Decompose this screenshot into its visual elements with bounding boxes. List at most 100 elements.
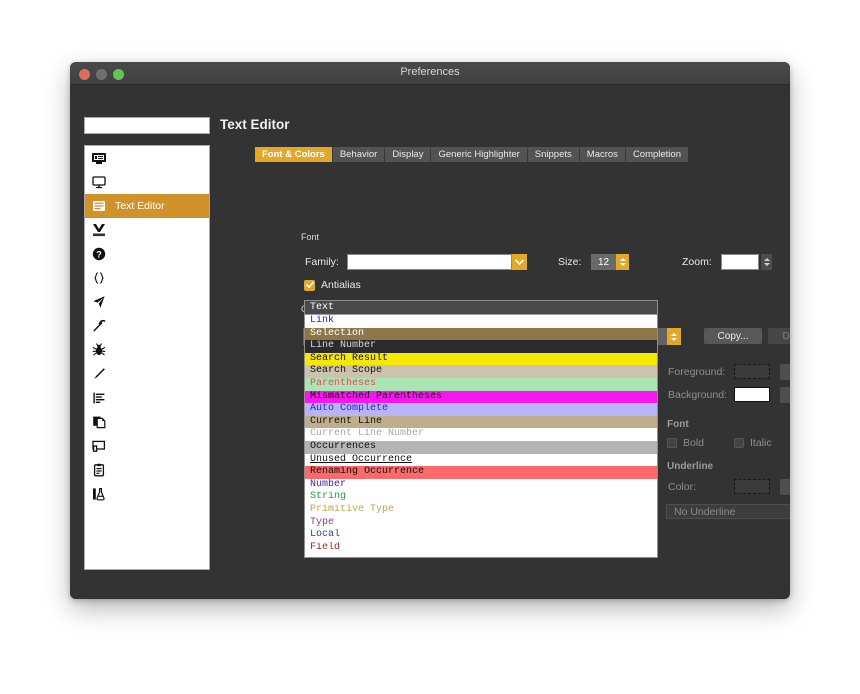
sidebar-item-fakevim[interactable] <box>85 218 209 242</box>
antialias-checkbox-row[interactable]: Antialias <box>304 279 361 291</box>
hammer-icon <box>91 318 107 334</box>
zoom-stepper[interactable] <box>761 254 772 270</box>
color-list-rows[interactable]: Link Selection Line Number Search Result Sea… <box>305 315 657 555</box>
color-style-row[interactable]: Occurrences <box>305 440 657 454</box>
underline-section-heading: Underline <box>667 461 714 472</box>
bold-checkbox[interactable] <box>667 438 677 448</box>
sidebar-item-analyzer[interactable] <box>85 386 209 410</box>
color-style-row[interactable]: Mismatched Parentheses <box>305 390 657 404</box>
sidebar-item-pencil[interactable] <box>85 362 209 386</box>
underline-revert-icon[interactable]: ❮ <box>780 479 790 495</box>
sidebar-item-label: Text Editor <box>115 200 165 212</box>
tab-behavior[interactable]: Behavior <box>332 147 386 162</box>
clipboard-icon <box>91 462 107 478</box>
color-style-row[interactable]: Renaming Occurrence <box>305 466 657 479</box>
sidebar-search-input[interactable] <box>84 117 210 134</box>
antialias-label: Antialias <box>321 279 361 291</box>
testing-icon <box>91 486 107 502</box>
italic-label: Italic <box>750 437 772 449</box>
sidebar-item-braces[interactable] <box>85 266 209 290</box>
antialias-checkbox[interactable] <box>304 279 315 291</box>
color-style-row[interactable]: Number <box>305 478 657 492</box>
font-size-input[interactable]: 12 <box>591 254 616 270</box>
background-label: Background: <box>668 389 727 401</box>
tab-generic-highlighter[interactable]: Generic Highlighter <box>431 147 528 162</box>
tab-completion[interactable]: Completion <box>625 147 688 162</box>
svg-text:?: ? <box>96 249 102 259</box>
color-style-row[interactable]: String <box>305 491 657 504</box>
window-title: Preferences <box>400 66 460 78</box>
color-style-row[interactable]: Current Line <box>305 415 657 429</box>
font-family-label: Family: <box>305 256 339 268</box>
foreground-label: Foreground: <box>668 366 726 378</box>
color-style-row[interactable]: Field <box>305 541 657 555</box>
color-style-row[interactable]: Search Scope <box>305 365 657 378</box>
copy-scheme-button[interactable]: Copy... <box>704 328 762 344</box>
help-icon: ? <box>91 246 107 262</box>
color-list-header: Text <box>305 301 657 315</box>
color-style-row[interactable]: Selection <box>305 327 657 341</box>
braces-icon <box>91 270 107 286</box>
underline-color-label: Color: <box>668 481 697 493</box>
sidebar-item-send[interactable] <box>85 290 209 314</box>
font-family-dropdown-icon[interactable] <box>512 254 527 270</box>
italic-checkbox[interactable] <box>734 438 744 448</box>
page-title: Text Editor <box>220 117 290 132</box>
color-style-row[interactable]: Auto Complete <box>305 403 657 416</box>
color-style-row[interactable]: Search Result <box>305 352 657 366</box>
sidebar-category-list[interactable]: Text Editor? <box>84 145 210 570</box>
font-group-label: Font <box>301 232 320 242</box>
device-icon <box>91 438 107 454</box>
foreground-revert-icon[interactable]: ❮ <box>780 364 790 380</box>
sidebar-item-bug[interactable] <box>85 338 209 362</box>
background-revert-icon[interactable]: ❮ <box>780 387 790 403</box>
pencil-icon <box>91 366 107 382</box>
bold-label: Bold <box>683 437 705 449</box>
color-scheme-chevron-icon[interactable] <box>667 328 681 345</box>
font-size-label: Size: <box>558 256 582 268</box>
color-style-row[interactable]: Current Line Number <box>305 428 657 441</box>
tab-font-colors[interactable]: Font & Colors <box>255 147 333 162</box>
color-style-row[interactable]: Primitive Type <box>305 503 657 517</box>
italic-checkbox-row[interactable]: Italic <box>734 437 772 449</box>
sidebar-item-device[interactable] <box>85 434 209 458</box>
delete-scheme-button[interactable]: Delete <box>768 328 790 344</box>
underline-color-swatch[interactable] <box>734 479 770 494</box>
tab-snippets[interactable]: Snippets <box>527 147 580 162</box>
analyzer-icon <box>91 390 107 406</box>
font-family-input[interactable] <box>347 254 512 270</box>
color-style-row[interactable]: Local <box>305 529 657 542</box>
color-style-row[interactable]: Type <box>305 516 657 530</box>
color-style-list[interactable]: Text Link Selection Line Number Search Resu… <box>304 300 658 558</box>
sidebar-item-clipboard[interactable] <box>85 458 209 482</box>
color-style-row[interactable]: Parentheses <box>305 377 657 391</box>
text-editor-icon <box>91 198 107 214</box>
sidebar-item-help[interactable]: ? <box>85 242 209 266</box>
font-style-section-heading: Font <box>667 419 689 430</box>
font-size-stepper[interactable] <box>616 254 629 270</box>
color-style-row[interactable]: Line Number <box>305 340 657 353</box>
sidebar-item-copy-docs[interactable] <box>85 410 209 434</box>
zoom-input[interactable] <box>721 254 759 270</box>
color-style-row[interactable]: Unused Occurrence <box>305 453 657 467</box>
copy-docs-icon <box>91 414 107 430</box>
tab-bar[interactable]: Font & Colors Behavior Display Generic High… <box>255 147 688 162</box>
tab-display[interactable]: Display <box>385 147 432 162</box>
bold-checkbox-row[interactable]: Bold <box>667 437 704 449</box>
tab-macros[interactable]: Macros <box>579 147 626 162</box>
environment-icon <box>91 150 107 166</box>
bug-icon <box>91 342 107 358</box>
window-body: Text Editor? Text Editor Font & Colors Be… <box>70 85 790 599</box>
sidebar-item-display[interactable] <box>85 170 209 194</box>
sidebar-item-hammer[interactable] <box>85 314 209 338</box>
sidebar-item-text-editor[interactable]: Text Editor <box>85 194 209 218</box>
color-style-row[interactable]: Link <box>305 315 657 328</box>
sidebar-item-testing[interactable] <box>85 482 209 506</box>
zoom-label: Zoom: <box>682 256 712 268</box>
foreground-color-swatch[interactable] <box>734 364 770 379</box>
underline-style-select[interactable]: No Underline <box>666 504 790 519</box>
preferences-window: Preferences Text Editor? Text Editor Fon… <box>70 62 790 599</box>
display-icon <box>91 174 107 190</box>
sidebar-item-environment[interactable] <box>85 146 209 170</box>
background-color-swatch[interactable] <box>734 387 770 402</box>
